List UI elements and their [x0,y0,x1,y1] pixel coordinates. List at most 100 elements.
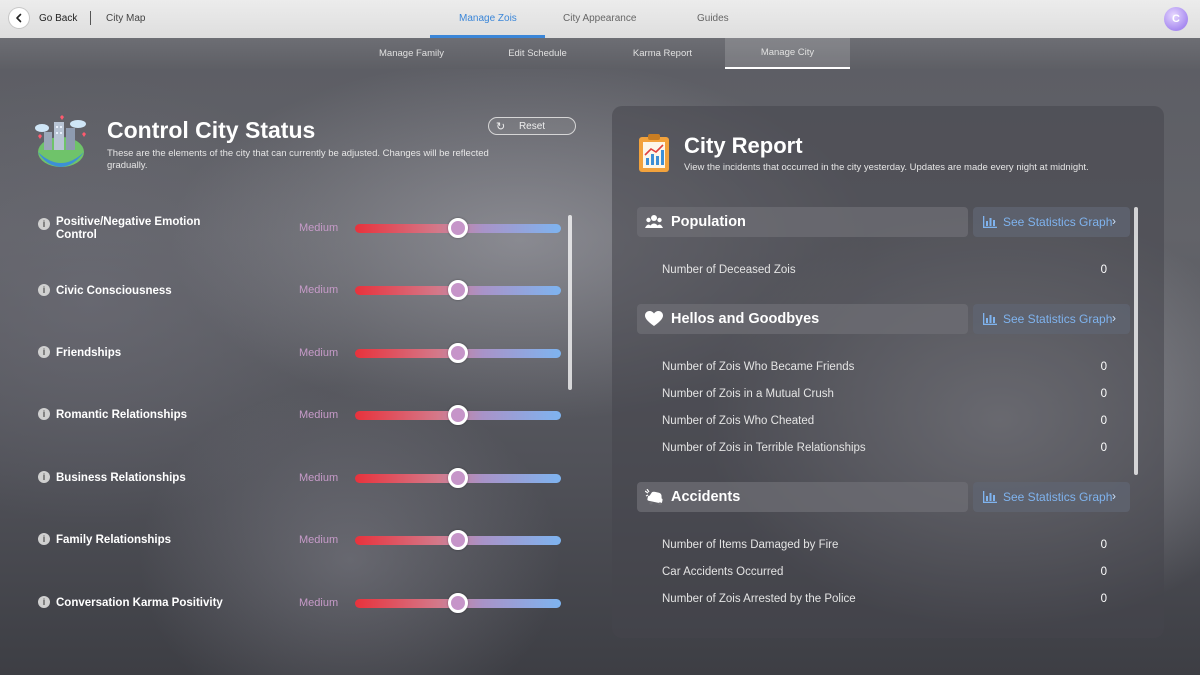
slider-label: Civic Consciousness [56,285,172,297]
stat-label: Number of Items Damaged by Fire [662,539,839,551]
slider-label: Family Relationships [56,534,172,546]
slider-label: Business Relationships [56,472,186,484]
stat-label: Number of Deceased Zois [662,264,796,276]
reset-label: Reset [518,120,546,132]
section-header-hellos-goodbyes: Hellos and Goodbyes [637,304,968,334]
slider-row-karma: i Conversation Karma Positivity Medium [38,590,563,620]
info-icon[interactable]: i [38,218,50,230]
stats-button-label: See Statistics Graph [1003,215,1113,229]
go-back-link[interactable]: Go Back [39,13,77,24]
avatar-letter: C [1172,13,1180,25]
info-icon[interactable]: i [38,408,50,420]
slider-label: Positive/Negative Emotion Control [56,216,201,241]
bar-chart-icon [983,216,997,228]
slider-value: Medium [299,534,339,546]
section-title: Hellos and Goodbyes [671,311,820,327]
clipboard-chart-icon [639,134,669,172]
slider-row-business: i Business Relationships Medium [38,465,563,495]
stat-value: 0 [1100,264,1107,276]
slider-label: Conversation Karma Positivity [56,597,223,609]
see-statistics-graph-button[interactable]: See Statistics Graph › [973,207,1130,237]
stat-row: Number of Zois in a Mutual Crush 0 [662,388,1107,404]
left-scrollbar[interactable] [568,215,572,390]
tab-city-appearance[interactable]: City Appearance [563,13,636,24]
section-header-accidents: Accidents [637,482,968,512]
stats-button-label: See Statistics Graph [1003,490,1113,504]
section-title: Population [671,214,746,230]
info-icon[interactable]: i [38,533,50,545]
slider-thumb[interactable] [448,405,468,425]
right-scrollbar[interactable] [1134,207,1138,475]
stat-label: Number of Zois Who Cheated [662,415,815,427]
slider-row-family: i Family Relationships Medium [38,527,563,557]
stat-label: Number of Zois Arrested by the Police [662,593,856,605]
stat-row: Number of Zois Who Cheated 0 [662,415,1107,431]
info-icon[interactable]: i [38,284,50,296]
slider-label: Romantic Relationships [56,409,187,421]
slider-value: Medium [299,222,339,234]
tab-guides[interactable]: Guides [697,13,729,24]
slider-thumb[interactable] [448,468,468,488]
stat-value: 0 [1100,566,1107,578]
stat-value: 0 [1100,442,1107,454]
stat-value: 0 [1100,361,1107,373]
slider-row-civic: i Civic Consciousness Medium [38,278,563,308]
section-header-population: Population [637,207,968,237]
stat-row: Number of Items Damaged by Fire 0 [662,539,1107,555]
chevron-right-icon: › [1112,311,1116,325]
sub-navigation-bar: Manage Family Edit Schedule Karma Report… [0,38,1200,69]
info-icon[interactable]: i [38,346,50,358]
slider-thumb[interactable] [448,218,468,238]
stat-row: Number of Zois Who Became Friends 0 [662,361,1107,377]
slider-thumb[interactable] [448,530,468,550]
slider-value: Medium [299,409,339,421]
chevron-left-icon [16,13,22,23]
info-icon[interactable]: i [38,471,50,483]
heart-icon [645,311,663,326]
back-button[interactable] [9,8,29,28]
info-icon[interactable]: i [38,596,50,608]
stat-label: Number of Zois in a Mutual Crush [662,388,834,400]
slider-value: Medium [299,472,339,484]
stat-value: 0 [1100,388,1107,400]
section-title: Accidents [671,489,741,505]
stat-value: 0 [1100,539,1107,551]
slider-thumb[interactable] [448,343,468,363]
avatar[interactable]: C [1164,7,1188,31]
slider-value: Medium [299,284,339,296]
breadcrumb-city-map[interactable]: City Map [106,13,145,24]
stat-value: 0 [1100,593,1107,605]
chevron-right-icon: › [1112,214,1116,228]
report-title: City Report [684,133,803,158]
report-description: View the incidents that occurred in the … [684,162,1089,173]
slider-row-romantic: i Romantic Relationships Medium [38,402,563,432]
slider-row-friendships: i Friendships Medium [38,340,563,370]
refresh-icon: ↻ [496,121,506,133]
chevron-right-icon: › [1112,489,1116,503]
subtab-manage-family[interactable]: Manage Family [349,38,474,69]
stat-label: Number of Zois Who Became Friends [662,361,855,373]
slider-row-emotion: i Positive/Negative Emotion Control Medi… [38,215,563,245]
stat-row: Number of Zois Arrested by the Police 0 [662,593,1107,609]
stat-label: Car Accidents Occurred [662,566,784,578]
subtab-karma-report[interactable]: Karma Report [600,38,725,69]
subtab-manage-city[interactable]: Manage City [725,38,850,69]
stat-value: 0 [1100,415,1107,427]
slider-thumb[interactable] [448,280,468,300]
bar-chart-icon [983,491,997,503]
control-panel-description: These are the elements of the city that … [107,148,489,171]
city-globe-icon [35,115,86,167]
slider-value: Medium [299,347,339,359]
top-navigation-bar: Go Back City Map Manage Zois City Appear… [0,0,1200,38]
reset-button[interactable]: ↻ Reset [488,117,576,135]
see-statistics-graph-button[interactable]: See Statistics Graph › [973,482,1130,512]
tab-manage-zois[interactable]: Manage Zois [459,13,517,24]
see-statistics-graph-button[interactable]: See Statistics Graph › [973,304,1130,334]
stat-row: Number of Deceased Zois 0 [662,264,1107,280]
control-panel-title: Control City Status [107,117,316,143]
subtab-edit-schedule[interactable]: Edit Schedule [475,38,600,69]
slider-thumb[interactable] [448,593,468,613]
people-icon [645,215,663,228]
car-crash-icon [645,489,663,505]
stat-row: Car Accidents Occurred 0 [662,566,1107,582]
